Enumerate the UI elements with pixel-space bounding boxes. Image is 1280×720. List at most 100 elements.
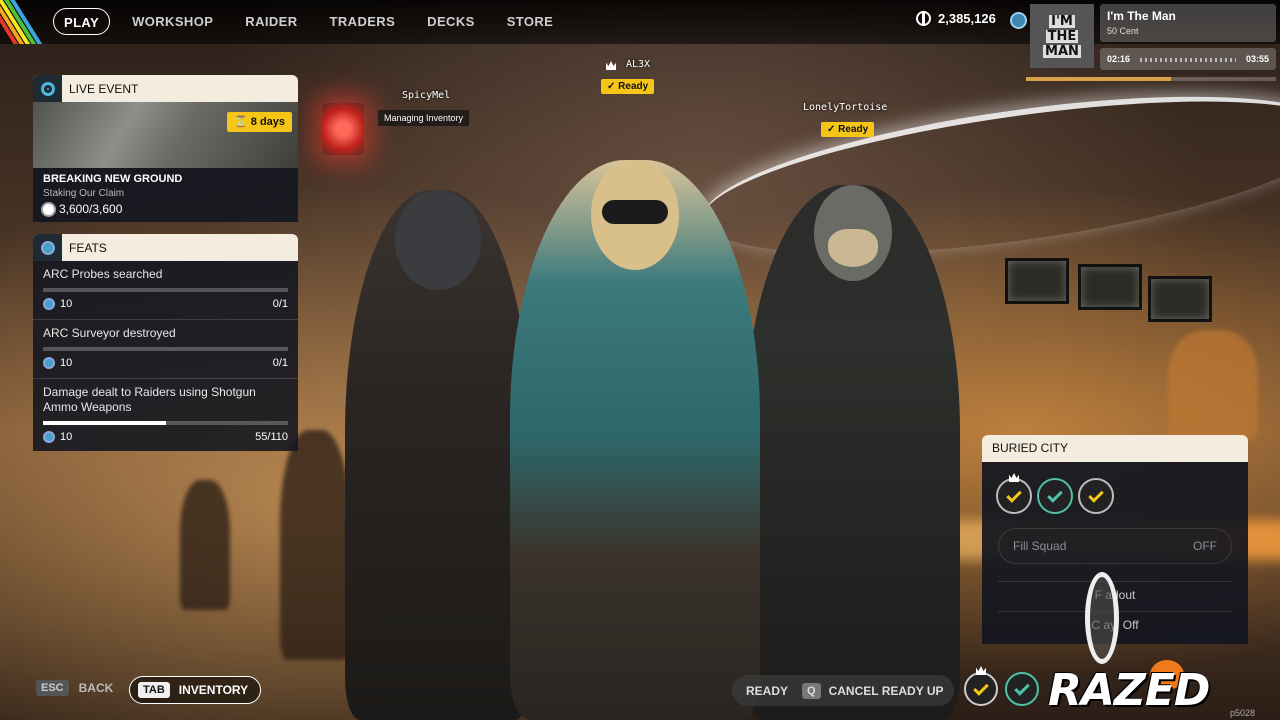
feat-name: Damage dealt to Raiders using Shotgun Am… <box>43 385 256 414</box>
nav-workshop[interactable]: WORKSHOP <box>132 8 213 35</box>
rainbow-stripes-logo <box>0 0 48 44</box>
loading-spinner-icon <box>1085 572 1119 664</box>
check-icon <box>973 679 989 696</box>
nav-store[interactable]: STORE <box>507 8 554 35</box>
song-duration: 03:55 <box>1245 54 1269 64</box>
feat-item[interactable]: ARC Surveyor destroyed 10 0/1 <box>33 326 298 379</box>
song-artist: 50 Cent <box>1107 26 1139 36</box>
feat-progress: 0/1 <box>272 357 288 369</box>
coin-icon <box>40 240 55 255</box>
album-text: MAN <box>1043 43 1081 59</box>
tv-screen <box>1078 264 1142 310</box>
squad-member-right-character <box>745 185 960 720</box>
background-figure <box>180 480 230 610</box>
inventory-button[interactable]: TAB INVENTORY <box>129 676 262 704</box>
currency-amount: 2,385,126 <box>938 11 996 26</box>
squad-slot-1[interactable] <box>996 478 1032 514</box>
red-lamp <box>322 103 364 155</box>
ready-text: Ready <box>618 81 649 92</box>
coin-icon <box>916 11 931 26</box>
feat-progress: 0/1 <box>272 298 288 310</box>
esc-key: ESC <box>36 680 69 696</box>
days-remaining-badge: ⏳ 8 days <box>227 112 293 132</box>
gear-icon <box>43 203 54 215</box>
main-nav: PLAY WORKSHOP RAIDER TRADERS DECKS STORE <box>53 8 585 35</box>
ready-label: READY <box>746 683 789 698</box>
squad-slot-1[interactable] <box>964 672 998 706</box>
back-label: BACK <box>78 681 114 695</box>
player-status-left: Managing Inventory <box>378 110 470 126</box>
razed-watermark-logo: RAZED <box>1048 665 1210 716</box>
days-remaining-text: 8 days <box>250 116 286 128</box>
now-playing-card[interactable]: I'm The Man 50 Cent <box>1100 4 1276 42</box>
nav-decks[interactable]: DECKS <box>427 8 475 35</box>
back-button[interactable]: ESC BACK <box>36 680 113 696</box>
check-icon <box>1047 486 1063 503</box>
ready-badge-center: ✓ Ready <box>601 79 655 94</box>
crown-icon <box>1009 473 1019 482</box>
event-subtitle: Staking Our Claim <box>43 188 125 199</box>
fill-squad-label: Fill Squad <box>1013 539 1067 553</box>
squad-slot-3[interactable] <box>1078 478 1114 514</box>
feat-item[interactable]: Damage dealt to Raiders using Shotgun Am… <box>33 385 298 447</box>
feat-progress-bar <box>43 421 288 425</box>
feat-name: ARC Surveyor destroyed <box>43 326 176 340</box>
coin-icon <box>43 298 55 310</box>
feats-title: FEATS <box>69 240 107 255</box>
feat-reward: 10 <box>60 357 73 369</box>
feats-header[interactable]: FEATS <box>33 234 298 261</box>
player-name-right: LonelyTortoise <box>803 102 888 113</box>
song-timeline[interactable]: 02:16 03:55 <box>1100 48 1276 70</box>
song-elapsed: 02:16 <box>1107 54 1131 64</box>
q-key: Q <box>802 682 821 699</box>
fill-squad-value: OFF <box>1193 539 1217 553</box>
squad-member-left-character <box>345 190 530 720</box>
feat-progress-bar <box>43 288 288 292</box>
song-progress-bar <box>1026 77 1276 81</box>
inventory-label: INVENTORY <box>178 683 249 697</box>
live-event-title: LIVE EVENT <box>69 81 139 96</box>
token-icon[interactable] <box>1010 12 1027 29</box>
fill-squad-toggle[interactable]: Fill Squad OFF <box>998 528 1232 564</box>
player-name-left: SpicyMel <box>402 90 451 101</box>
feat-item[interactable]: ARC Probes searched 10 0/1 <box>33 267 298 320</box>
album-text: THE <box>1045 28 1079 44</box>
background-figure <box>280 430 350 660</box>
tab-key: TAB <box>138 682 170 698</box>
feat-progress: 55/110 <box>255 431 288 443</box>
nav-raider[interactable]: RAIDER <box>245 8 297 35</box>
divider <box>998 581 1232 582</box>
live-event-header[interactable]: LIVE EVENT <box>33 75 298 102</box>
build-version: p5028 <box>1230 708 1256 718</box>
coin-icon <box>43 357 55 369</box>
check-icon <box>1088 486 1104 503</box>
squad-slot-2[interactable] <box>1005 672 1039 706</box>
map-panel-header[interactable]: BURIED CITY <box>982 435 1248 462</box>
currency-display: 2,385,126 <box>916 11 996 26</box>
feat-reward: 10 <box>60 298 73 310</box>
event-name: BREAKING NEW GROUND <box>43 173 183 185</box>
squad-member-center-character <box>510 160 760 720</box>
feats-list: ARC Probes searched 10 0/1 ARC Surveyor … <box>33 261 298 451</box>
coin-icon <box>43 431 55 443</box>
live-event-info[interactable]: BREAKING NEW GROUND Staking Our Claim 3,… <box>33 168 298 222</box>
check-icon <box>1006 486 1022 503</box>
nav-traders[interactable]: TRADERS <box>330 8 396 35</box>
ready-badge-right: ✓ Ready <box>821 122 875 137</box>
cancel-ready-label: CANCEL READY UP <box>828 683 944 698</box>
song-waveform <box>1140 58 1236 62</box>
album-art: I'M THE MAN <box>1030 4 1094 68</box>
feat-progress-bar <box>43 347 288 351</box>
song-progress-fill <box>1026 77 1171 81</box>
feat-name: ARC Probes searched <box>43 267 163 281</box>
tv-screen <box>1148 276 1212 322</box>
gear-icon <box>40 81 55 96</box>
background-npc <box>1168 330 1258 440</box>
event-progress: 3,600/3,600 <box>43 202 288 216</box>
ready-text: Ready <box>838 124 869 135</box>
squad-slot-2[interactable] <box>1037 478 1073 514</box>
nav-play[interactable]: PLAY <box>53 8 111 35</box>
ready-status-bar[interactable]: READY Q CANCEL READY UP <box>732 675 954 706</box>
check-icon <box>1014 679 1030 696</box>
album-text: I'M <box>1049 13 1075 29</box>
